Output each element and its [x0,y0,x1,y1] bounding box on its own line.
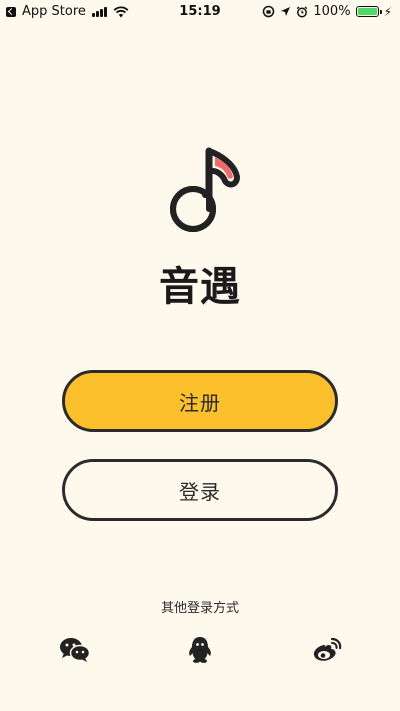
register-button[interactable]: 注册 [62,370,338,432]
battery-percent: 100% [313,4,351,19]
alarm-icon [297,5,308,17]
status-right: 100% ⚡ [262,4,392,19]
other-login-label: 其他登录方式 [160,601,239,616]
location-icon [281,7,291,16]
wechat-icon [60,638,91,662]
wechat-login-button[interactable] [59,636,91,664]
login-button[interactable]: 登录 [62,459,338,521]
charging-bolt-icon: ⚡ [383,4,392,19]
qq-icon [189,637,211,663]
rotation-lock-icon [263,5,275,18]
weibo-login-button[interactable] [311,636,343,664]
weibo-icon [313,637,342,661]
music-note-icon [170,147,240,232]
app-title: 音遇 [159,264,241,310]
battery-icon [355,6,382,17]
qq-login-button[interactable] [184,636,216,664]
status-bar: App Store 15:19 100% ⚡ [0,0,400,24]
